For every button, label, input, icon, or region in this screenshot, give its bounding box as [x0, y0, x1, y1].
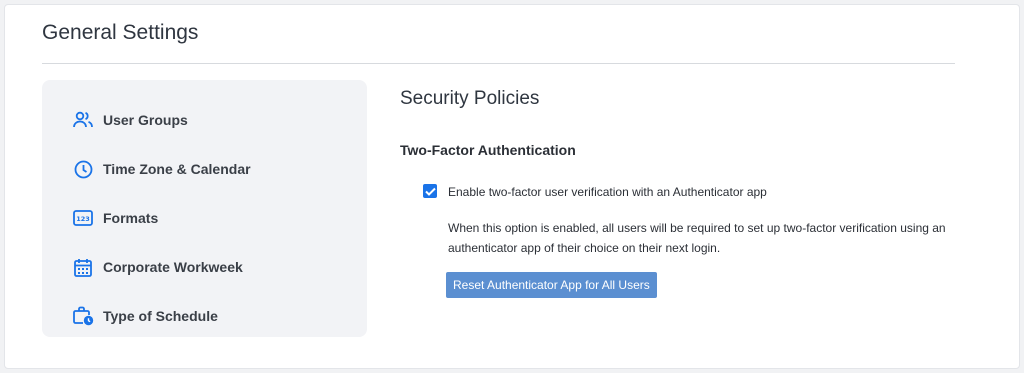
two-factor-heading: Two-Factor Authentication [400, 142, 576, 158]
section-title: Security Policies [400, 88, 540, 109]
sidebar-item-label: Formats [103, 210, 159, 226]
briefcase-clock-icon [72, 305, 94, 327]
settings-sidebar: User Groups Time Zone & Calendar 123 For… [42, 80, 367, 337]
users-icon [72, 109, 94, 131]
clock-icon [72, 158, 94, 180]
checkmark-icon [424, 187, 436, 196]
reset-authenticator-button[interactable]: Reset Authenticator App for All Users [446, 272, 657, 298]
sidebar-item-corporate-workweek[interactable]: Corporate Workweek [72, 253, 243, 281]
sidebar-item-formats[interactable]: 123 Formats [72, 204, 158, 232]
two-factor-checkbox[interactable] [423, 184, 437, 198]
svg-text:123: 123 [76, 215, 90, 223]
sidebar-item-type-of-schedule[interactable]: Type of Schedule [72, 302, 218, 330]
page-title: General Settings [42, 21, 199, 44]
number-format-icon: 123 [72, 207, 94, 229]
calendar-icon [72, 256, 94, 278]
sidebar-item-user-groups[interactable]: User Groups [72, 106, 188, 134]
two-factor-description: When this option is enabled, all users w… [448, 221, 946, 255]
sidebar-item-label: User Groups [103, 112, 188, 128]
sidebar-item-label: Time Zone & Calendar [103, 161, 251, 177]
sidebar-item-time-zone[interactable]: Time Zone & Calendar [72, 155, 251, 183]
two-factor-checkbox-label[interactable]: Enable two-factor user verification with… [448, 185, 767, 199]
sidebar-item-label: Corporate Workweek [103, 259, 243, 275]
sidebar-item-label: Type of Schedule [103, 308, 218, 324]
title-divider [42, 63, 955, 64]
